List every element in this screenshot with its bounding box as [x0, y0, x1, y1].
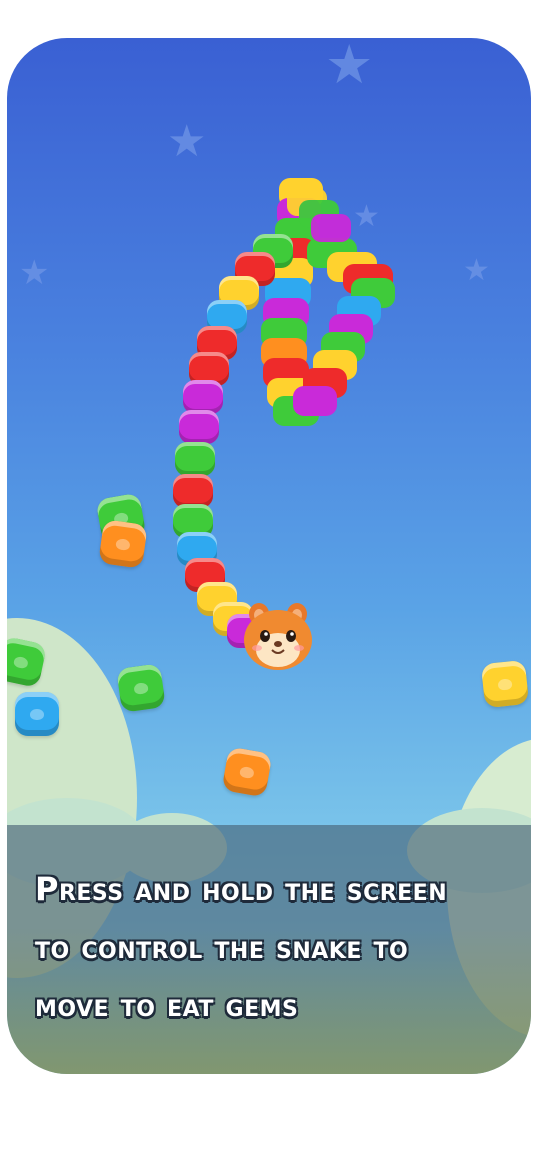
game-screen[interactable]: ★ ★ ★ ★ ★ Press and hold the screen to c… — [7, 38, 531, 1074]
gem-orange — [98, 519, 148, 569]
gem-blue — [15, 692, 59, 736]
caption-line-2: to control the snake to — [35, 928, 409, 966]
gem-orange — [221, 746, 273, 798]
gem-green — [7, 635, 48, 689]
gem-green — [116, 663, 166, 713]
caption-line-3: move to eat gems — [35, 986, 299, 1024]
gem-yellow — [480, 659, 530, 709]
instruction-caption: Press and hold the screen to control the… — [35, 860, 515, 1034]
caption-line-1: Press and hold the screen — [35, 870, 448, 908]
